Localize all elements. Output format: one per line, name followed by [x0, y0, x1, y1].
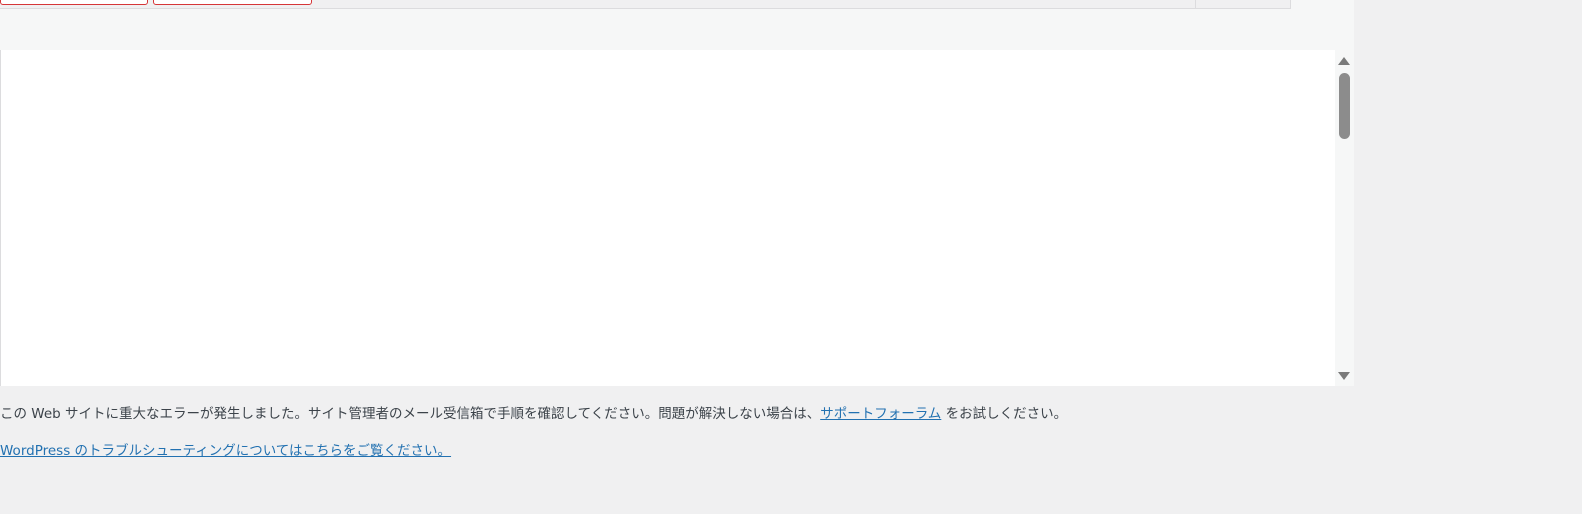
page: この Web サイトに重大なエラーが発生しました。サイト管理者のメール受信箱で手…: [0, 0, 1582, 514]
troubleshooting-link[interactable]: WordPress のトラブルシューティングについてはこちらをご覧ください。: [0, 441, 451, 461]
support-forum-link[interactable]: サポートフォーラム: [820, 406, 941, 422]
critical-error-message: この Web サイトに重大なエラーが発生しました。サイト管理者のメール受信箱で手…: [0, 404, 1067, 424]
toolbar-button-1[interactable]: [0, 0, 148, 5]
editor-textarea[interactable]: [0, 50, 1354, 386]
scroll-up-icon[interactable]: [1338, 57, 1350, 65]
editor-toolbar-panel: [0, 0, 1354, 51]
toolbar-strip-end: [1195, 0, 1290, 8]
scrollbar-thumb[interactable]: [1339, 73, 1350, 139]
toolbar-button-2[interactable]: [153, 0, 312, 5]
scroll-down-icon[interactable]: [1338, 372, 1350, 380]
vertical-scrollbar[interactable]: [1335, 50, 1354, 386]
toolbar-strip: [0, 0, 1291, 9]
error-message-text: この Web サイトに重大なエラーが発生しました。サイト管理者のメール受信箱で手…: [0, 406, 821, 422]
error-message-suffix: をお試しください。: [941, 406, 1068, 422]
